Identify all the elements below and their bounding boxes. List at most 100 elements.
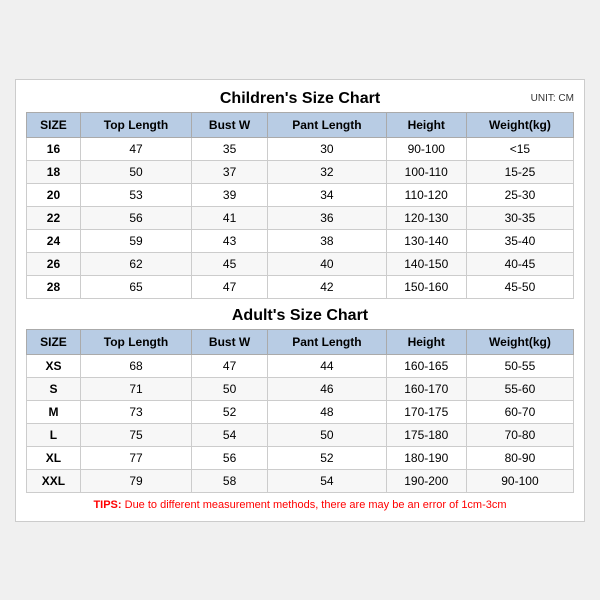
table-cell: 16 <box>27 137 81 160</box>
chart-container: Children's Size Chart UNIT: CM SIZE Top … <box>15 79 585 522</box>
adults-col-height: Height <box>386 329 466 354</box>
table-cell: 18 <box>27 160 81 183</box>
adults-title-row: Adult's Size Chart <box>26 307 574 325</box>
table-row: 24594338130-14035-40 <box>27 229 574 252</box>
table-row: 26624540140-15040-45 <box>27 252 574 275</box>
table-cell: 35-40 <box>466 229 573 252</box>
table-cell: 32 <box>268 160 386 183</box>
table-cell: 44 <box>268 354 386 377</box>
table-cell: 59 <box>80 229 191 252</box>
table-cell: 80-90 <box>466 446 573 469</box>
adults-col-toplength: Top Length <box>80 329 191 354</box>
adults-col-size: SIZE <box>27 329 81 354</box>
children-title-row: Children's Size Chart UNIT: CM <box>26 90 574 108</box>
table-cell: 75 <box>80 423 191 446</box>
table-cell: S <box>27 377 81 400</box>
children-title: Children's Size Chart <box>220 90 380 108</box>
table-cell: 52 <box>268 446 386 469</box>
table-cell: 40-45 <box>466 252 573 275</box>
table-cell: 160-165 <box>386 354 466 377</box>
table-cell: 60-70 <box>466 400 573 423</box>
unit-label: UNIT: CM <box>531 93 574 104</box>
table-cell: 77 <box>80 446 191 469</box>
children-col-bustw: Bust W <box>192 112 268 137</box>
children-header-row: SIZE Top Length Bust W Pant Length Heigh… <box>27 112 574 137</box>
table-cell: 26 <box>27 252 81 275</box>
children-col-size: SIZE <box>27 112 81 137</box>
table-cell: 34 <box>268 183 386 206</box>
table-cell: 73 <box>80 400 191 423</box>
children-col-toplength: Top Length <box>80 112 191 137</box>
table-cell: 42 <box>268 275 386 298</box>
table-cell: 130-140 <box>386 229 466 252</box>
table-cell: XL <box>27 446 81 469</box>
children-table: SIZE Top Length Bust W Pant Length Heigh… <box>26 112 574 299</box>
table-cell: 38 <box>268 229 386 252</box>
table-cell: 28 <box>27 275 81 298</box>
table-row: 1647353090-100<15 <box>27 137 574 160</box>
table-cell: XS <box>27 354 81 377</box>
table-cell: 71 <box>80 377 191 400</box>
table-cell: 30-35 <box>466 206 573 229</box>
section-divider <box>26 299 574 307</box>
table-cell: 39 <box>192 183 268 206</box>
table-cell: 62 <box>80 252 191 275</box>
table-cell: 20 <box>27 183 81 206</box>
table-cell: 120-130 <box>386 206 466 229</box>
adults-col-pantlength: Pant Length <box>268 329 386 354</box>
table-row: 22564136120-13030-35 <box>27 206 574 229</box>
table-cell: 52 <box>192 400 268 423</box>
table-cell: 36 <box>268 206 386 229</box>
table-cell: 65 <box>80 275 191 298</box>
table-cell: 50 <box>192 377 268 400</box>
tips-row: TIPS: Due to different measurement metho… <box>26 499 574 511</box>
table-cell: 175-180 <box>386 423 466 446</box>
adults-header-row: SIZE Top Length Bust W Pant Length Heigh… <box>27 329 574 354</box>
table-row: 20533934110-12025-30 <box>27 183 574 206</box>
table-cell: 37 <box>192 160 268 183</box>
table-row: XL775652180-19080-90 <box>27 446 574 469</box>
table-cell: 40 <box>268 252 386 275</box>
table-cell: 140-150 <box>386 252 466 275</box>
table-cell: 79 <box>80 469 191 492</box>
table-cell: 100-110 <box>386 160 466 183</box>
table-cell: XXL <box>27 469 81 492</box>
table-cell: 56 <box>192 446 268 469</box>
adults-col-weight: Weight(kg) <box>466 329 573 354</box>
table-cell: 53 <box>80 183 191 206</box>
table-row: XS684744160-16550-55 <box>27 354 574 377</box>
table-cell: 45 <box>192 252 268 275</box>
adults-title: Adult's Size Chart <box>232 307 368 325</box>
table-cell: 160-170 <box>386 377 466 400</box>
table-cell: 190-200 <box>386 469 466 492</box>
table-cell: 30 <box>268 137 386 160</box>
tips-text: Due to different measurement methods, th… <box>125 499 507 511</box>
table-cell: 50-55 <box>466 354 573 377</box>
children-col-pantlength: Pant Length <box>268 112 386 137</box>
table-row: 28654742150-16045-50 <box>27 275 574 298</box>
table-cell: 50 <box>268 423 386 446</box>
adults-table: SIZE Top Length Bust W Pant Length Heigh… <box>26 329 574 493</box>
table-cell: 50 <box>80 160 191 183</box>
table-cell: 55-60 <box>466 377 573 400</box>
table-cell: 25-30 <box>466 183 573 206</box>
table-cell: 43 <box>192 229 268 252</box>
table-cell: 47 <box>192 275 268 298</box>
table-cell: 68 <box>80 354 191 377</box>
table-cell: 54 <box>268 469 386 492</box>
table-row: L755450175-18070-80 <box>27 423 574 446</box>
table-cell: 35 <box>192 137 268 160</box>
tips-label: TIPS: <box>93 499 121 511</box>
table-cell: 90-100 <box>386 137 466 160</box>
table-cell: L <box>27 423 81 446</box>
table-cell: 41 <box>192 206 268 229</box>
table-cell: 24 <box>27 229 81 252</box>
table-cell: 56 <box>80 206 191 229</box>
table-cell: 47 <box>192 354 268 377</box>
adults-col-bustw: Bust W <box>192 329 268 354</box>
table-cell: 150-160 <box>386 275 466 298</box>
table-cell: <15 <box>466 137 573 160</box>
table-cell: 54 <box>192 423 268 446</box>
table-cell: 180-190 <box>386 446 466 469</box>
table-cell: 45-50 <box>466 275 573 298</box>
